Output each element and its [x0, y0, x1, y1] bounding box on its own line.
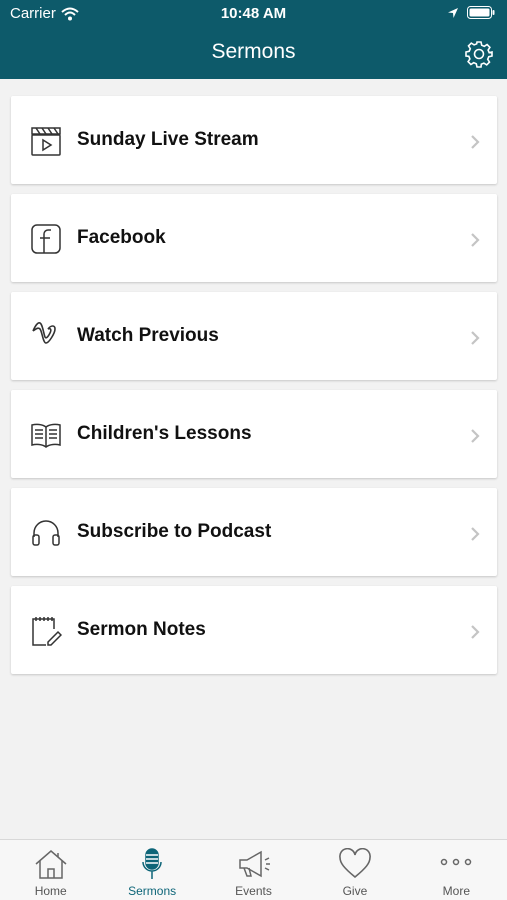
- list-item-watch-previous[interactable]: Watch Previous: [11, 292, 497, 380]
- gear-icon[interactable]: [465, 40, 493, 68]
- list-item-label: Subscribe to Podcast: [77, 521, 272, 542]
- facebook-icon: [31, 224, 61, 254]
- sermon-menu-list: Sunday Live Stream Facebook Watch Previo…: [11, 96, 497, 684]
- clapperboard-icon: [31, 127, 61, 156]
- status-bar: Carrier 10:48 AM: [0, 0, 507, 28]
- chevron-right-icon: [471, 625, 480, 639]
- tab-bar: Home Sermons Events Give More: [0, 839, 507, 900]
- location-arrow-icon: [448, 7, 458, 18]
- tab-label: Give: [342, 884, 368, 898]
- more-dots-icon: [441, 858, 472, 866]
- microphone-icon: [142, 848, 162, 879]
- list-item-childrens-lessons[interactable]: Children's Lessons: [11, 390, 497, 478]
- tab-more[interactable]: More: [406, 840, 507, 900]
- tab-label: Sermons: [128, 884, 177, 898]
- list-item-label: Sunday Live Stream: [77, 129, 259, 150]
- list-item-sermon-notes[interactable]: Sermon Notes: [11, 586, 497, 674]
- chevron-right-icon: [471, 527, 480, 541]
- tab-give[interactable]: Give: [304, 840, 405, 900]
- list-item-subscribe-podcast[interactable]: Subscribe to Podcast: [11, 488, 497, 576]
- battery-icon: [467, 6, 495, 19]
- tab-sermons[interactable]: Sermons: [101, 840, 202, 900]
- home-icon: [35, 850, 67, 879]
- megaphone-icon: [238, 850, 270, 878]
- list-item-label: Children's Lessons: [77, 423, 252, 444]
- tab-events[interactable]: Events: [203, 840, 304, 900]
- chevron-right-icon: [471, 331, 480, 345]
- heart-icon: [339, 848, 371, 879]
- list-item-facebook[interactable]: Facebook: [11, 194, 497, 282]
- nav-header: Carrier 10:48 AM Sermons: [0, 0, 507, 79]
- list-item-label: Sermon Notes: [77, 619, 206, 640]
- tab-label: Home: [34, 884, 67, 898]
- vimeo-icon: [32, 322, 56, 344]
- list-item-label: Watch Previous: [77, 325, 219, 346]
- list-item-label: Facebook: [77, 227, 166, 248]
- chevron-right-icon: [471, 135, 480, 149]
- page-title: Sermons: [211, 40, 296, 63]
- headphones-icon: [32, 520, 60, 546]
- status-time: 10:48 AM: [220, 5, 287, 22]
- open-book-icon: [31, 423, 61, 448]
- tab-label: More: [442, 884, 470, 898]
- tab-label: Events: [235, 884, 272, 898]
- chevron-right-icon: [471, 233, 480, 247]
- list-item-sunday-live-stream[interactable]: Sunday Live Stream: [11, 96, 497, 184]
- tab-home[interactable]: Home: [0, 840, 101, 900]
- notepad-pencil-icon: [32, 617, 62, 646]
- chevron-right-icon: [471, 429, 480, 443]
